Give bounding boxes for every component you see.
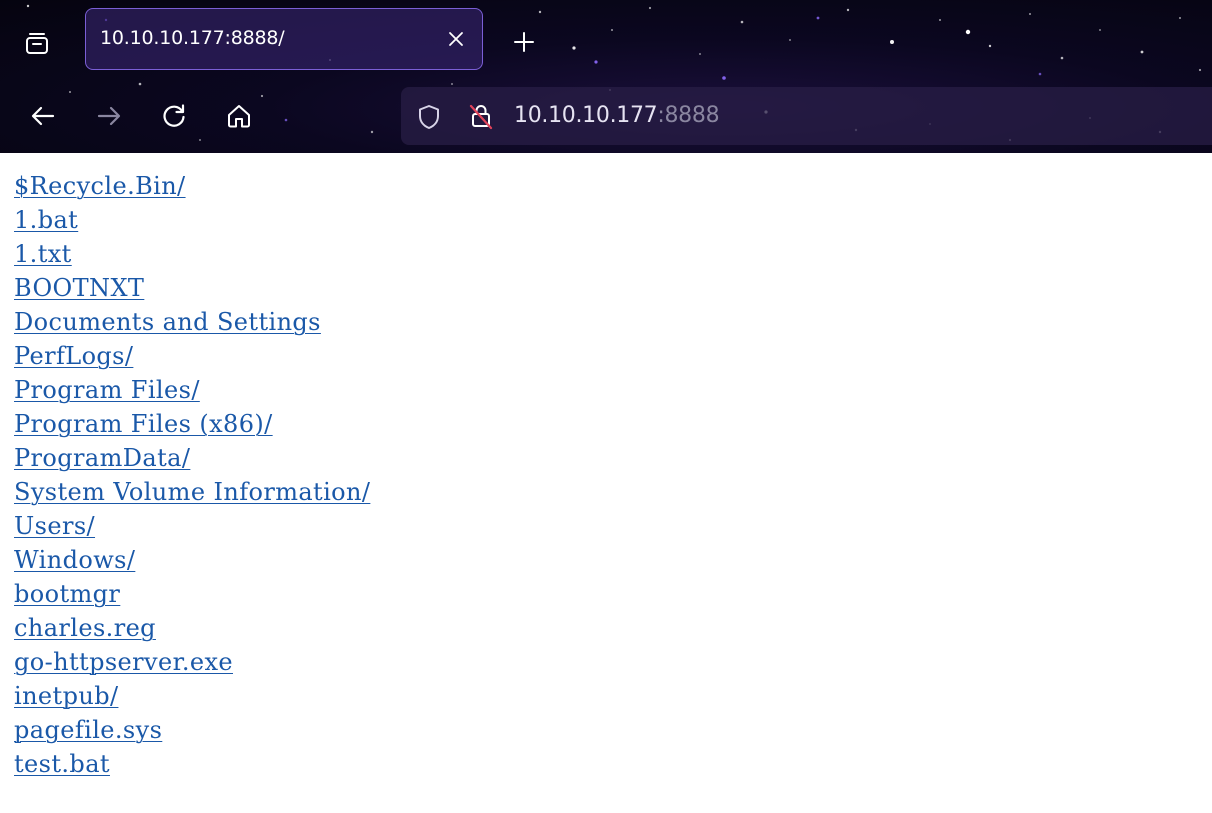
file-link[interactable]: 1.txt (14, 240, 72, 268)
arrow-right-icon (97, 106, 121, 126)
close-tab-button[interactable] (444, 27, 468, 51)
list-item: test.bat (14, 747, 370, 781)
list-item: PerfLogs/ (14, 339, 370, 373)
reload-icon (163, 104, 185, 127)
list-item: 1.bat (14, 203, 370, 237)
file-link[interactable]: PerfLogs/ (14, 342, 133, 370)
list-item: Program Files/ (14, 373, 370, 407)
home-icon (228, 105, 250, 128)
list-item: ProgramData/ (14, 441, 370, 475)
shield-icon[interactable] (415, 103, 443, 131)
list-item: System Volume Information/ (14, 475, 370, 509)
lock-slash-icon[interactable] (467, 102, 495, 130)
tab-strip: 10.10.10.177:8888/ (0, 0, 1212, 80)
reload-button[interactable] (156, 98, 192, 134)
file-link[interactable]: $Recycle.Bin/ (14, 172, 186, 200)
navigation-toolbar: 10.10.10.177:8888 (0, 80, 1212, 153)
file-link[interactable]: 1.bat (14, 206, 78, 234)
back-button[interactable] (25, 98, 61, 134)
tab-overview-icon (26, 33, 48, 54)
list-item: Program Files (x86)/ (14, 407, 370, 441)
arrow-left-icon (31, 106, 55, 126)
file-link[interactable]: Program Files/ (14, 376, 200, 404)
url-host: 10.10.10.177 (514, 103, 658, 128)
list-item: Documents and Settings (14, 305, 370, 339)
url-text[interactable]: 10.10.10.177:8888 (514, 103, 720, 128)
list-item: inetpub/ (14, 679, 370, 713)
tab-title: 10.10.10.177:8888/ (100, 27, 285, 49)
list-item: $Recycle.Bin/ (14, 169, 370, 203)
file-link[interactable]: Users/ (14, 512, 95, 540)
directory-listing-page: $Recycle.Bin/ 1.bat 1.txt BOOTNXT Docume… (0, 153, 1212, 813)
home-button[interactable] (221, 98, 257, 134)
tab-overview-button[interactable] (17, 22, 57, 62)
close-icon (449, 32, 463, 46)
file-link[interactable]: pagefile.sys (14, 716, 162, 744)
list-item: bootmgr (14, 577, 370, 611)
forward-button[interactable] (91, 98, 127, 134)
file-link[interactable]: go-httpserver.exe (14, 648, 233, 676)
list-item: pagefile.sys (14, 713, 370, 747)
list-item: Users/ (14, 509, 370, 543)
address-bar[interactable]: 10.10.10.177:8888 (401, 87, 1212, 145)
file-link[interactable]: ProgramData/ (14, 444, 190, 472)
list-item: go-httpserver.exe (14, 645, 370, 679)
file-link[interactable]: Windows/ (14, 546, 135, 574)
plus-icon (514, 32, 534, 52)
file-link[interactable]: charles.reg (14, 614, 156, 642)
file-link[interactable]: bootmgr (14, 580, 120, 608)
file-link[interactable]: BOOTNXT (14, 274, 144, 302)
list-item: Windows/ (14, 543, 370, 577)
file-link[interactable]: System Volume Information/ (14, 478, 370, 506)
file-list: $Recycle.Bin/ 1.bat 1.txt BOOTNXT Docume… (14, 169, 370, 781)
new-tab-button[interactable] (508, 26, 540, 58)
browser-chrome: 10.10.10.177:8888/ 10.10.10.177:8888 (0, 0, 1212, 153)
file-link[interactable]: Documents and Settings (14, 308, 321, 336)
list-item: BOOTNXT (14, 271, 370, 305)
file-link[interactable]: test.bat (14, 750, 110, 778)
file-link[interactable]: Program Files (x86)/ (14, 410, 273, 438)
active-tab[interactable]: 10.10.10.177:8888/ (85, 8, 483, 70)
file-link[interactable]: inetpub/ (14, 682, 118, 710)
list-item: charles.reg (14, 611, 370, 645)
url-port: :8888 (657, 103, 720, 128)
list-item: 1.txt (14, 237, 370, 271)
